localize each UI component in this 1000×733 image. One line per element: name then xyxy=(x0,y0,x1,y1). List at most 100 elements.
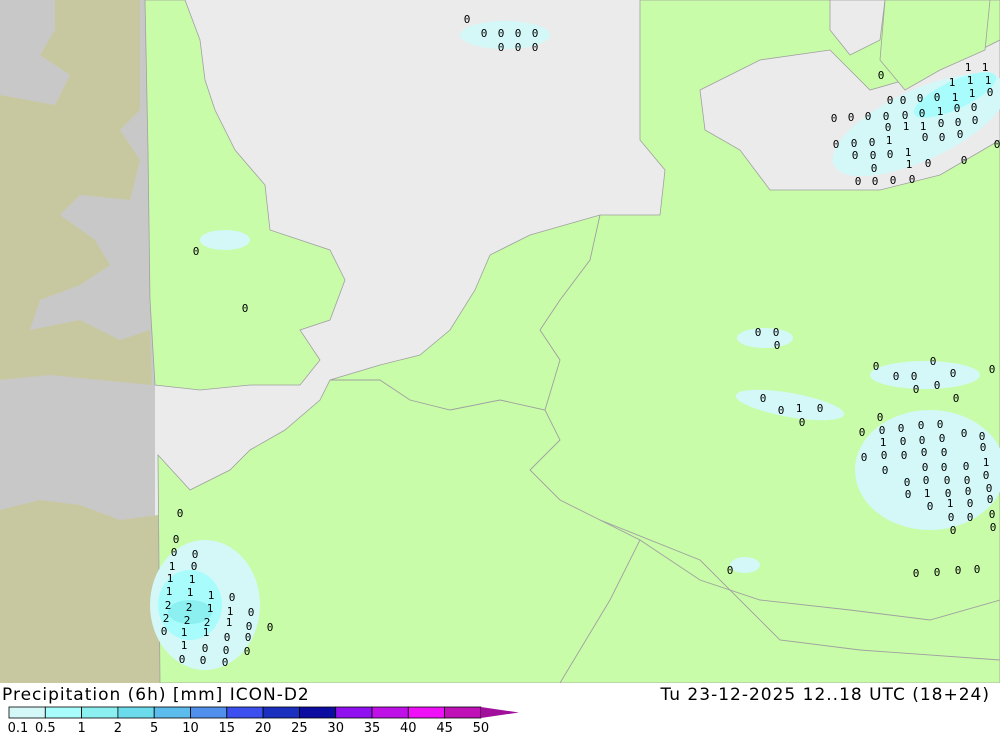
precip-value-label: 0 xyxy=(893,370,900,383)
precip-value-label: 0 xyxy=(941,446,948,459)
legend-tick-label: 25 xyxy=(291,721,308,733)
precip-value-label: 1 xyxy=(226,616,233,629)
precip-value-label: 1 xyxy=(167,572,174,585)
precip-value-label: 0 xyxy=(870,149,877,162)
precip-value-label: 2 xyxy=(186,601,193,614)
precip-value-label: 0 xyxy=(954,102,961,115)
precip-value-label: 0 xyxy=(200,654,207,667)
precip-value-label: 0 xyxy=(229,591,236,604)
precip-value-label: 0 xyxy=(941,461,948,474)
precip-value-label: 0 xyxy=(171,546,178,559)
legend-tick-label: 2 xyxy=(114,721,122,733)
precip-value-label: 0 xyxy=(955,564,962,577)
precip-value-label: 1 xyxy=(906,158,913,171)
precip-value-label: 0 xyxy=(887,148,894,161)
precip-value-label: 0 xyxy=(515,27,522,40)
precip-value-label: 0 xyxy=(799,416,806,429)
footer: Precipitation (6h) [mm] ICON-D2 Tu 23-12… xyxy=(0,683,1000,733)
legend-swatch xyxy=(298,706,337,719)
precip-value-label: 0 xyxy=(927,500,934,513)
precip-value-label: 0 xyxy=(855,175,862,188)
precip-value-label: 0 xyxy=(248,606,255,619)
legend-swatch xyxy=(190,706,228,719)
precip-value-label: 0 xyxy=(817,402,824,415)
precip-value-label: 0 xyxy=(887,94,894,107)
legend-swatch xyxy=(371,706,409,719)
precip-value-label: 0 xyxy=(481,27,488,40)
precip-value-label: 1 xyxy=(207,602,214,615)
precip-value-label: 0 xyxy=(922,131,929,144)
precip-value-label: 0 xyxy=(890,174,897,187)
precip-value-label: 0 xyxy=(938,117,945,130)
precip-value-label: 0 xyxy=(498,27,505,40)
precip-value-label: 0 xyxy=(267,621,274,634)
precip-value-label: 0 xyxy=(191,560,198,573)
precip-value-label: 0 xyxy=(950,524,957,537)
precip-value-label: 0 xyxy=(877,411,884,424)
precip-value-label: 0 xyxy=(901,449,908,462)
precip-value-label: 0 xyxy=(881,449,888,462)
precip-value-label: 0 xyxy=(934,91,941,104)
precip-value-label: 0 xyxy=(925,157,932,170)
precip-value-label: 0 xyxy=(755,326,762,339)
legend-swatch xyxy=(8,706,46,719)
precip-value-label: 1 xyxy=(181,626,188,639)
precip-value-label: 0 xyxy=(972,114,979,127)
legend-overflow-arrow xyxy=(480,707,519,718)
precip-value-label: 0 xyxy=(953,392,960,405)
precip-value-label: 1 xyxy=(886,134,893,147)
precip-value-label: 0 xyxy=(911,370,918,383)
legend-swatch xyxy=(226,706,264,719)
legend-swatch xyxy=(335,706,373,719)
legend-swatch xyxy=(407,706,445,719)
precip-value-label: 0 xyxy=(179,653,186,666)
precip-value-label: 0 xyxy=(944,474,951,487)
precip-value-label: 1 xyxy=(796,402,803,415)
legend-tick-label: 0.1 xyxy=(8,721,29,733)
precip-value-label: 0 xyxy=(831,112,838,125)
precip-value-label: 1 xyxy=(982,61,989,74)
precip-value-label: 0 xyxy=(937,418,944,431)
precip-value-label: 1 xyxy=(983,456,990,469)
precip-value-label: 0 xyxy=(878,69,885,82)
precip-value-label: 0 xyxy=(861,451,868,464)
precip-value-label: 0 xyxy=(918,419,925,432)
precip-value-label: 0 xyxy=(930,355,937,368)
precip-value-label: 2 xyxy=(163,612,170,625)
precip-value-label: 0 xyxy=(882,464,889,477)
legend-tick-label: 50 xyxy=(473,721,490,733)
precip-value-label: 1 xyxy=(969,87,976,100)
precip-value-label: 0 xyxy=(193,245,200,258)
precip-value-label: 0 xyxy=(885,121,892,134)
precip-value-label: 0 xyxy=(919,107,926,120)
precip-value-label: 0 xyxy=(909,173,916,186)
legend-swatch xyxy=(44,706,82,719)
precip-value-label: 0 xyxy=(464,13,471,26)
precip-value-label: 0 xyxy=(989,363,996,376)
precip-value-label: 0 xyxy=(989,508,996,521)
precip-value-label: 0 xyxy=(967,497,974,510)
precip-value-label: 0 xyxy=(971,101,978,114)
precip-value-label: 0 xyxy=(913,383,920,396)
legend-tick-label: 35 xyxy=(364,721,381,733)
precip-value-label: 1 xyxy=(187,586,194,599)
precip-value-label: 2 xyxy=(165,599,172,612)
precip-value-label: 0 xyxy=(913,567,920,580)
precip-value-label: 1 xyxy=(947,497,954,510)
precip-value-label: 0 xyxy=(833,138,840,151)
precip-value-label: 0 xyxy=(957,128,964,141)
legend-tick-label: 30 xyxy=(327,721,344,733)
precip-value-label: 1 xyxy=(949,76,956,89)
precip-value-label: 1 xyxy=(880,436,887,449)
precip-value-label: 0 xyxy=(244,645,251,658)
precip-value-label: 0 xyxy=(974,563,981,576)
precip-value-label: 0 xyxy=(872,175,879,188)
precip-value-label: 0 xyxy=(900,94,907,107)
precip-value-label: 0 xyxy=(921,446,928,459)
precip-value-label: 0 xyxy=(871,162,878,175)
precip-value-label: 0 xyxy=(950,367,957,380)
precip-value-label: 1 xyxy=(967,74,974,87)
legend-swatch xyxy=(117,706,155,719)
precip-value-label: 0 xyxy=(222,656,229,669)
precip-value-label: 0 xyxy=(987,86,994,99)
